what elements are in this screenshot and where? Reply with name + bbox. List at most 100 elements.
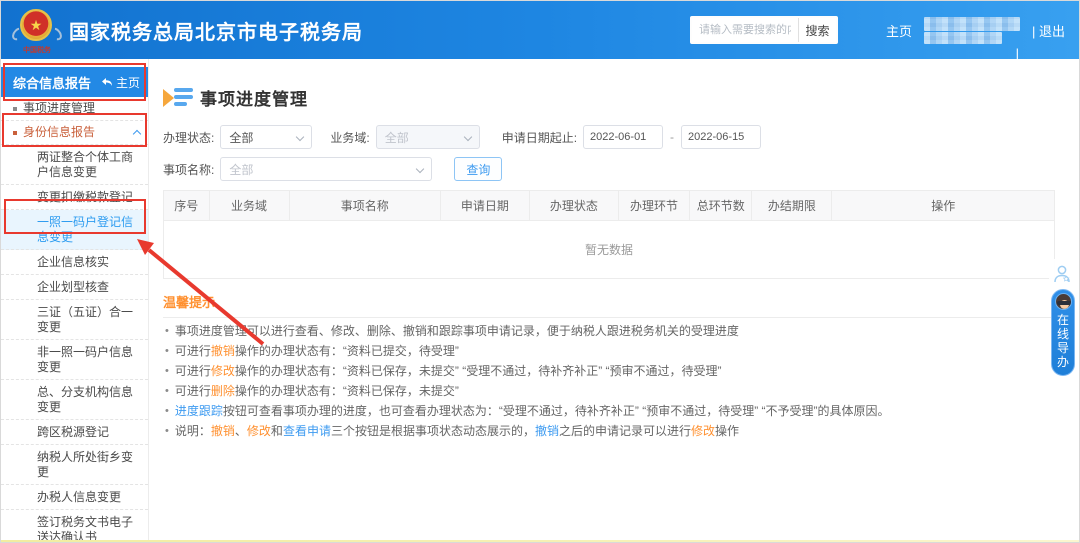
tip-action-link[interactable]: 修改	[691, 424, 715, 438]
table-header-cell: 申请日期	[440, 191, 529, 220]
sidebar-item-label: 三证（五证）合一变更	[37, 305, 140, 335]
status-filter-label: 办理状态:	[163, 129, 214, 146]
tip-line: •可进行修改操作的办理状态有：“资料已保存，未提交” “受理不通过，待补齐补正”…	[163, 364, 1055, 378]
national-emblem-icon: ★	[20, 9, 52, 41]
sidebar-item-label: 跨区税源登记	[37, 425, 109, 440]
sidebar-item[interactable]: 企业信息核实	[1, 250, 148, 275]
sidebar-item[interactable]: 一照一码户登记信息变更	[1, 210, 148, 250]
tip-action-link[interactable]: 撤销	[211, 344, 235, 358]
tip-text-segment: 可进行	[175, 344, 211, 358]
sidebar-item[interactable]: 企业划型核查	[1, 275, 148, 300]
tip-text-segment: 说明：	[175, 424, 211, 438]
table-header-cell: 办理状态	[529, 191, 618, 220]
bullet-icon: •	[165, 364, 169, 378]
logout-label[interactable]: 退出	[1039, 24, 1065, 39]
tip-action-link[interactable]: 删除	[211, 384, 235, 398]
item-name-select[interactable]: 全部	[220, 157, 432, 181]
sidebar-item[interactable]: 非一照一码户信息变更	[1, 340, 148, 380]
tip-text: 可进行撤销操作的办理状态有：“资料已提交，待受理”	[175, 344, 459, 358]
bullet-icon: •	[165, 324, 169, 338]
tip-text-segment: 操作的办理状态有：“资料已提交，待受理”	[235, 344, 459, 358]
tip-action-link[interactable]: 修改	[247, 424, 271, 438]
bullet-icon: •	[165, 424, 169, 438]
header-right: 搜索 主页 | 退出 |	[690, 16, 1065, 44]
tip-action-link[interactable]: 撤销	[535, 424, 559, 438]
sidebar-item-label: 企业划型核查	[37, 280, 109, 295]
status-select[interactable]: 全部	[220, 125, 312, 149]
status-select-value: 全部	[229, 129, 253, 146]
sidebar-section-title: 综合信息报告	[13, 73, 101, 92]
tip-text-segment: 操作	[715, 424, 739, 438]
customer-service-avatar-icon	[1055, 293, 1072, 310]
tip-text-segment: 可进行	[175, 384, 211, 398]
bullet-icon: •	[165, 384, 169, 398]
table-header-cell: 业务域	[209, 191, 289, 220]
tip-action-link[interactable]: 修改	[211, 364, 235, 378]
tip-text: 说明：撤销、修改和查看申请三个按钮是根据事项状态动态展示的，撤销之后的申请记录可…	[175, 424, 739, 438]
filter-row-2: 事项名称: 全部 查询	[163, 157, 1055, 181]
sidebar-item-label: 事项进度管理	[23, 101, 95, 116]
search-button[interactable]: 搜索	[798, 18, 836, 42]
logout-link[interactable]: | 退出	[1032, 21, 1065, 40]
sidebar-item-label: 办税人信息变更	[37, 490, 121, 505]
tips-list: • 事项进度管理可以进行查看、修改、删除、撤销和跟踪事项申请记录，便于纳税人跟进税…	[163, 324, 1055, 438]
query-button[interactable]: 查询	[454, 157, 502, 181]
item-name-select-value: 全部	[229, 161, 253, 178]
sidebar-item[interactable]: 两证整合个体工商户信息变更	[1, 145, 148, 185]
item-name-filter-label: 事项名称:	[163, 161, 214, 178]
date-range-separator: -	[670, 130, 674, 144]
online-assist-button[interactable]: 在线导办	[1051, 289, 1075, 376]
date-to-input[interactable]	[681, 125, 761, 149]
sidebar-home-link[interactable]: 主页	[101, 74, 140, 91]
chevron-up-icon	[133, 130, 141, 138]
filter-row-1: 办理状态: 全部 业务域: 全部 申请日期起止: -	[163, 125, 1055, 149]
redacted-username	[924, 17, 1020, 44]
tip-text-segment: 按钮可查看事项办理的进度，也可查看办理状态为：“受理不通过，待补齐补正” “预审…	[223, 404, 890, 418]
sidebar-item-label: 变更扣缴税款登记	[37, 190, 133, 205]
table-header-cell: 序号	[164, 191, 209, 220]
tip-action-link[interactable]: 撤销	[211, 424, 235, 438]
sidebar-item-label: 纳税人所处街乡变更	[37, 450, 140, 480]
assist-tab[interactable]	[1049, 259, 1075, 289]
header-separator: |	[1032, 24, 1035, 39]
search-input[interactable]	[692, 19, 798, 41]
sidebar-item[interactable]: 身份信息报告	[1, 121, 148, 145]
sidebar-item-label: 两证整合个体工商户信息变更	[37, 150, 140, 180]
sidebar-menu: 事项进度管理身份信息报告两证整合个体工商户信息变更变更扣缴税款登记一照一码户登记…	[1, 97, 148, 542]
tip-action-link[interactable]: 进度跟踪	[175, 404, 223, 418]
results-table: 序号业务域事项名称申请日期办理状态办理环节总环节数办结期限操作 暂无数据	[163, 190, 1055, 279]
sidebar-item[interactable]: 跨区税源登记	[1, 420, 148, 445]
floating-assist-widget: 在线导办	[1049, 259, 1077, 376]
main-content: 事项进度管理 办理状态: 全部 业务域: 全部 申请日期起止: - 事项名称: …	[150, 59, 1079, 542]
date-from-input[interactable]	[583, 125, 663, 149]
sidebar-item[interactable]: 三证（五证）合一变更	[1, 300, 148, 340]
sidebar: 综合信息报告 主页 事项进度管理身份信息报告两证整合个体工商户信息变更变更扣缴税…	[1, 59, 149, 542]
redacted-username-mosaic	[924, 17, 1020, 31]
sidebar-item[interactable]: 总、分支机构信息变更	[1, 380, 148, 420]
sidebar-item[interactable]: 纳税人所处街乡变更	[1, 445, 148, 485]
page-title-row: 事项进度管理	[163, 85, 1055, 110]
sidebar-item[interactable]: 变更扣缴税款登记	[1, 185, 148, 210]
chevron-down-icon	[463, 133, 471, 141]
domain-filter-label: 业务域:	[330, 129, 369, 146]
tips-title: 温馨提示	[163, 292, 1055, 318]
tip-line: •进度跟踪按钮可查看事项办理的进度，也可查看办理状态为：“受理不通过，待补齐补正…	[163, 404, 1055, 418]
online-assist-label: 在线导办	[1056, 313, 1070, 369]
tip-text: 事项进度管理可以进行查看、修改、删除、撤销和跟踪事项申请记录，便于纳税人跟进税务…	[175, 324, 739, 338]
tip-line: • 事项进度管理可以进行查看、修改、删除、撤销和跟踪事项申请记录，便于纳税人跟进税…	[163, 324, 1055, 338]
tip-action-link[interactable]: 查看申请	[283, 424, 331, 438]
sidebar-section-header: 综合信息报告 主页	[1, 67, 148, 97]
top-header: ★ 中国税务 国家税务总局北京市电子税务局 搜索 主页 | 退出 |	[1, 1, 1079, 59]
tip-line: • 说明：撤销、修改和查看申请三个按钮是根据事项状态动态展示的，撤销之后的申请记录…	[163, 424, 1055, 438]
sidebar-item[interactable]: 签订税务文书电子送达确认书	[1, 510, 148, 542]
back-arrow-icon	[101, 77, 113, 87]
domain-select[interactable]: 全部	[376, 125, 480, 149]
app-title: 国家税务总局北京市电子税务局	[69, 16, 363, 45]
chevron-down-icon	[296, 133, 304, 141]
bottom-edge-highlight	[1, 540, 1079, 542]
header-home-link[interactable]: 主页	[886, 21, 912, 40]
tip-text: 可进行删除操作的办理状态有：“资料已保存，未提交”	[175, 384, 459, 398]
search-box: 搜索	[690, 16, 838, 44]
sidebar-item[interactable]: 事项进度管理	[1, 97, 148, 121]
sidebar-item[interactable]: 办税人信息变更	[1, 485, 148, 510]
